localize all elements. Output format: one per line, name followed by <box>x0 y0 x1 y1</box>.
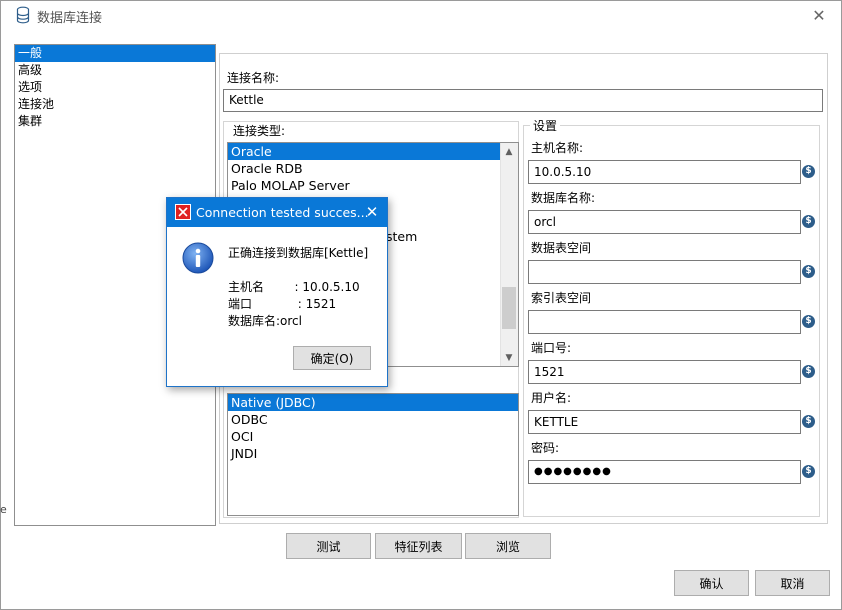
title-bar <box>1 1 841 31</box>
username-input[interactable]: KETTLE <box>528 410 801 434</box>
username-label: 用户名: <box>531 391 572 405</box>
database-icon <box>16 6 30 24</box>
nav-item-options[interactable]: 选项 <box>15 79 215 96</box>
port-label: 端口号: <box>531 341 572 355</box>
password-input[interactable]: ●●●●●●●● <box>528 460 801 484</box>
list-item[interactable]: Oracle RDB <box>228 160 518 177</box>
nav-item-advanced[interactable]: 高级 <box>15 62 215 79</box>
info-icon <box>182 242 214 274</box>
list-item[interactable]: JNDI <box>228 445 518 462</box>
dialog-title: Connection tested succes... <box>196 205 369 220</box>
cancel-button[interactable]: 取消 <box>755 570 830 596</box>
list-item[interactable]: Native (JDBC) <box>228 394 518 411</box>
access-method-list[interactable]: Native (JDBC) ODBC OCI JNDI <box>227 393 519 516</box>
indexspace-input[interactable] <box>528 310 801 334</box>
kettle-app-icon <box>175 204 191 220</box>
variable-icon[interactable]: $ <box>802 465 815 478</box>
background-fragment: e <box>0 503 7 516</box>
database-name-label: 数据库名称: <box>531 191 596 205</box>
list-item[interactable]: OCI <box>228 428 518 445</box>
variable-icon[interactable]: $ <box>802 215 815 228</box>
list-item[interactable]: Palo MOLAP Server <box>228 177 518 194</box>
list-item[interactable]: ODBC <box>228 411 518 428</box>
close-icon: ✕ <box>365 203 379 221</box>
dialog-message: 正确连接到数据库[Kettle] <box>228 246 369 260</box>
test-button[interactable]: 测试 <box>286 533 371 559</box>
port-input[interactable]: 1521 <box>528 360 801 384</box>
window-title: 数据库连接 <box>37 11 103 26</box>
close-button[interactable]: ✕ <box>806 3 832 27</box>
settings-label: 设置 <box>530 117 561 134</box>
connection-name-input[interactable]: Kettle <box>223 89 823 112</box>
dialog-close-button[interactable]: ✕ <box>362 201 382 223</box>
variable-icon[interactable]: $ <box>802 265 815 278</box>
database-name-input[interactable]: orcl <box>528 210 801 234</box>
variable-icon[interactable]: $ <box>802 365 815 378</box>
scrollbar[interactable] <box>500 143 518 366</box>
password-label: 密码: <box>531 441 560 455</box>
variable-icon[interactable]: $ <box>802 315 815 328</box>
ok-button[interactable]: 确认 <box>674 570 749 596</box>
host-input[interactable]: 10.0.5.10 <box>528 160 801 184</box>
indexspace-label: 索引表空间 <box>531 291 592 305</box>
connection-name-label: 连接名称: <box>227 71 280 85</box>
nav-item-general[interactable]: 一般 <box>15 45 215 62</box>
connection-type-label: 连接类型: <box>231 122 288 139</box>
nav-item-clustering[interactable]: 集群 <box>15 113 215 130</box>
host-label: 主机名称: <box>531 141 584 155</box>
scrollbar-thumb[interactable] <box>502 287 516 329</box>
dialog-ok-button[interactable]: 确定(O) <box>293 346 371 370</box>
dialog-host-line: 主机名 : 10.0.5.10 <box>228 280 360 294</box>
tablespace-label: 数据表空间 <box>531 241 592 255</box>
close-icon: ✕ <box>812 5 826 25</box>
dialog-port-line: 端口 : 1521 <box>228 297 337 311</box>
list-item[interactable]: Oracle <box>228 143 518 160</box>
dialog-database-line: 数据库名:orcl <box>228 314 302 328</box>
scroll-up-arrow-icon[interactable]: ▲ <box>500 143 518 160</box>
feature-list-button[interactable]: 特征列表 <box>375 533 462 559</box>
variable-icon[interactable]: $ <box>802 165 815 178</box>
tablespace-input[interactable] <box>528 260 801 284</box>
explore-button[interactable]: 浏览 <box>465 533 551 559</box>
variable-icon[interactable]: $ <box>802 415 815 428</box>
nav-item-pooling[interactable]: 连接池 <box>15 96 215 113</box>
scroll-down-arrow-icon[interactable]: ▼ <box>500 349 518 366</box>
